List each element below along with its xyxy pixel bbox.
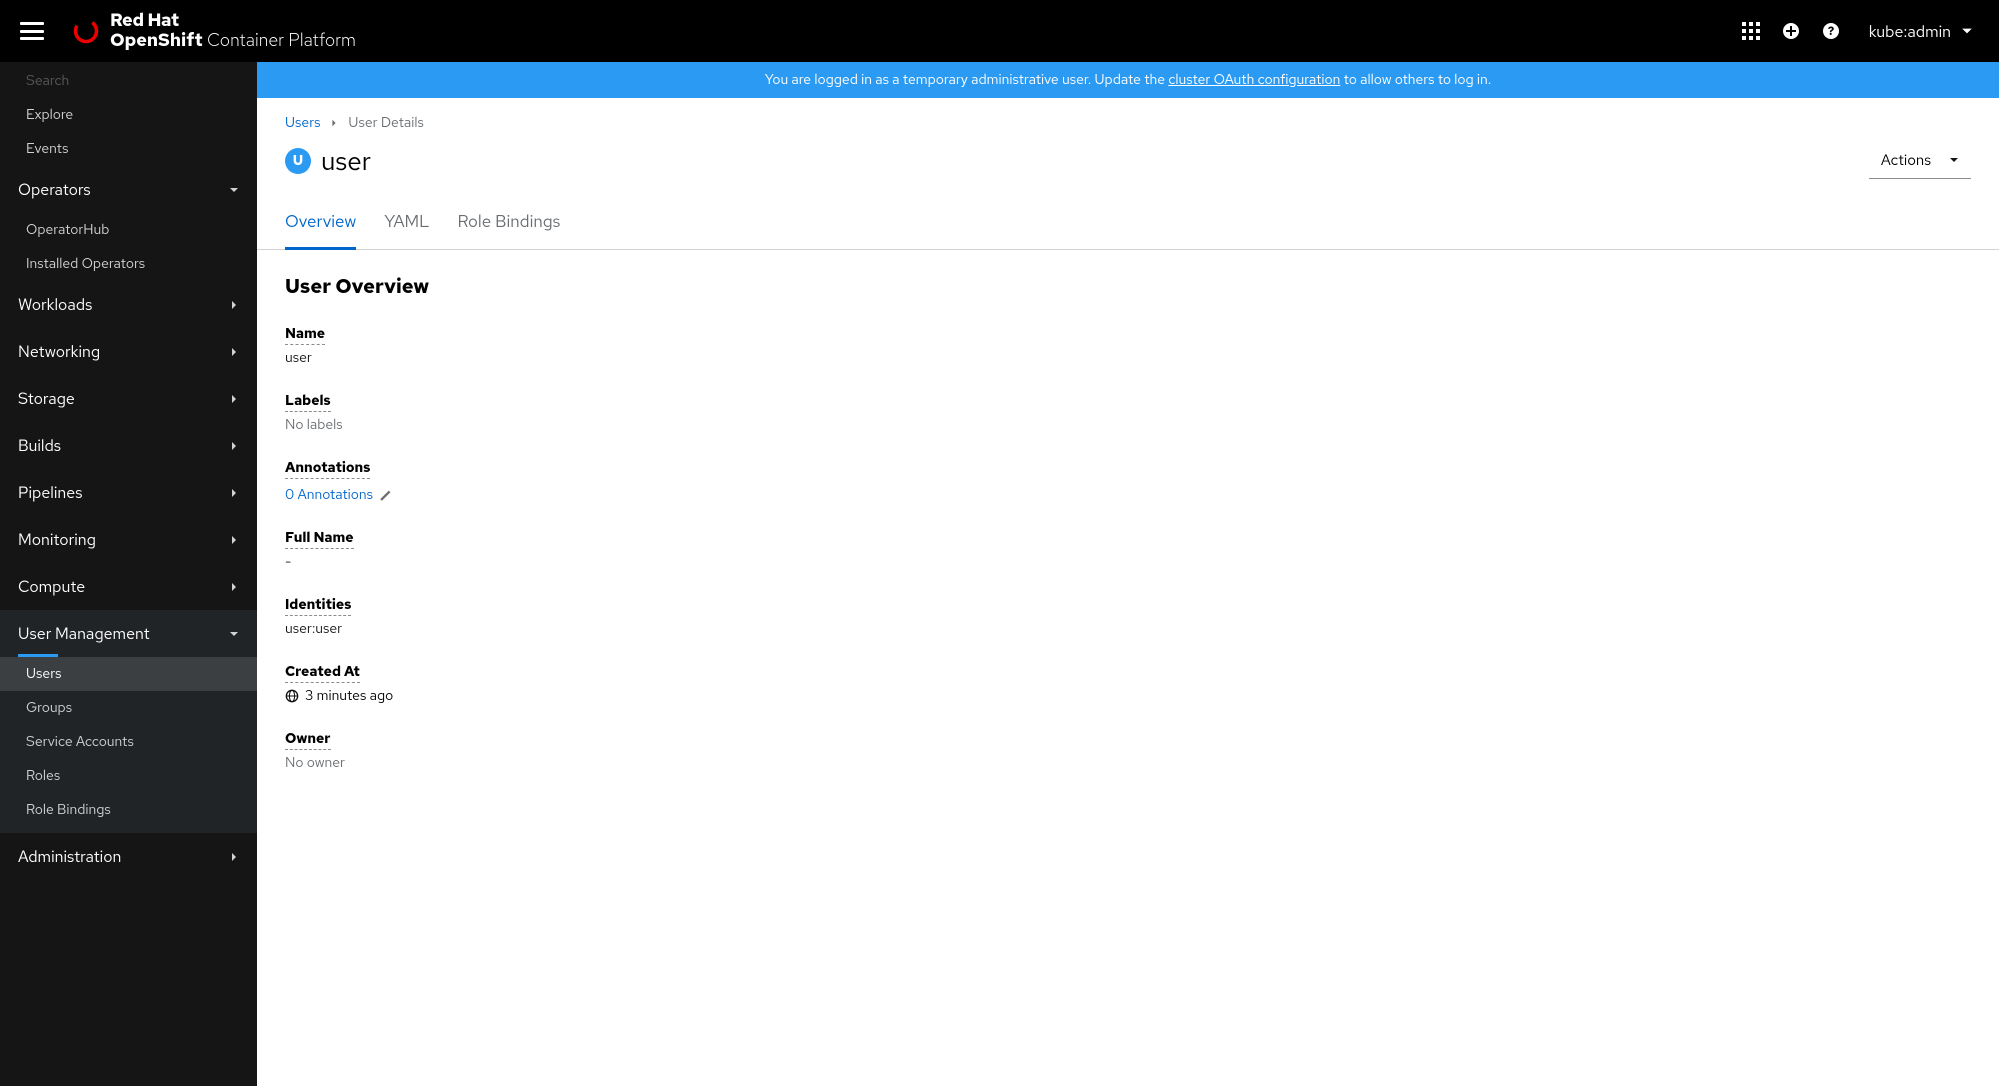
chevron-right-icon [229, 394, 239, 404]
sidebar-item-events[interactable]: Events [0, 132, 257, 166]
sidebar-section-networking[interactable]: Networking [0, 328, 257, 375]
created-label: Created At [285, 663, 360, 683]
tab-yaml[interactable]: YAML [384, 201, 429, 250]
fullname-value: - [285, 553, 1971, 571]
sidebar-section-pipelines[interactable]: Pipelines [0, 469, 257, 516]
globe-icon [285, 689, 299, 703]
sidebar-item-explore[interactable]: Explore [0, 98, 257, 132]
identities-label: Identities [285, 596, 351, 616]
chevron-right-icon [229, 488, 239, 498]
chevron-down-icon [1961, 25, 1973, 37]
owner-value: No owner [285, 754, 1971, 772]
chevron-right-icon [229, 852, 239, 862]
svg-text:?: ? [1827, 23, 1834, 39]
overview-heading: User Overview [285, 274, 1971, 300]
login-warning-banner: You are logged in as a temporary adminis… [257, 62, 1999, 98]
sidebar-item-groups[interactable]: Groups [0, 691, 257, 725]
tab-bar: Overview YAML Role Bindings [257, 201, 1999, 250]
sidebar-item-search[interactable]: Search [0, 64, 257, 98]
chevron-right-icon [229, 582, 239, 592]
sidebar-section-storage[interactable]: Storage [0, 375, 257, 422]
annotations-label: Annotations [285, 459, 370, 479]
sidebar-section-administration[interactable]: Administration [0, 833, 257, 880]
chevron-right-icon [330, 119, 338, 127]
annotations-link[interactable]: 0 Annotations [285, 486, 392, 504]
name-value: user [285, 349, 1971, 367]
top-header: Red Hat OpenShift Container Platform ? k… [0, 0, 1999, 62]
breadcrumb: Users User Details [285, 114, 1971, 132]
sidebar-section-monitoring[interactable]: Monitoring [0, 516, 257, 563]
sidebar-section-compute[interactable]: Compute [0, 563, 257, 610]
sidebar-section-builds[interactable]: Builds [0, 422, 257, 469]
sidebar: Search Explore Events Operators Operator… [0, 62, 257, 1086]
apps-icon[interactable] [1731, 22, 1771, 40]
main-content: You are logged in as a temporary adminis… [257, 62, 1999, 1086]
username-label: kube:admin [1869, 21, 1951, 42]
sidebar-item-users[interactable]: Users [0, 657, 257, 691]
chevron-right-icon [229, 441, 239, 451]
created-value: 3 minutes ago [305, 687, 393, 705]
owner-label: Owner [285, 730, 331, 750]
sidebar-item-roles[interactable]: Roles [0, 759, 257, 793]
sidebar-item-installed-operators[interactable]: Installed Operators [0, 247, 257, 281]
menu-toggle-button[interactable] [20, 22, 44, 40]
pencil-icon [379, 489, 392, 502]
chevron-right-icon [229, 535, 239, 545]
sidebar-section-operators[interactable]: Operators [0, 166, 257, 213]
sidebar-item-role-bindings[interactable]: Role Bindings [0, 793, 257, 827]
oauth-config-link[interactable]: cluster OAuth configuration [1168, 71, 1340, 89]
fullname-label: Full Name [285, 529, 354, 549]
tab-overview[interactable]: Overview [285, 201, 356, 250]
labels-value: No labels [285, 416, 1971, 434]
chevron-down-icon [229, 185, 239, 195]
help-icon[interactable]: ? [1811, 22, 1851, 40]
brand-bottom: OpenShift Container Platform [110, 31, 356, 51]
breadcrumb-users-link[interactable]: Users [285, 114, 320, 132]
sidebar-section-user-management[interactable]: User Management [0, 610, 257, 657]
brand-logo[interactable]: Red Hat OpenShift Container Platform [72, 11, 356, 51]
breadcrumb-current: User Details [348, 114, 423, 132]
name-label: Name [285, 325, 325, 345]
chevron-down-icon [229, 629, 239, 639]
page-title: user [321, 144, 371, 178]
operators-label: Operators [18, 179, 91, 200]
sidebar-item-operatorhub[interactable]: OperatorHub [0, 213, 257, 247]
labels-label: Labels [285, 392, 331, 412]
tab-role-bindings[interactable]: Role Bindings [457, 201, 560, 250]
chevron-down-icon [1949, 155, 1959, 165]
sidebar-item-service-accounts[interactable]: Service Accounts [0, 725, 257, 759]
user-menu[interactable]: kube:admin [1851, 21, 1979, 42]
resource-badge: U [285, 148, 311, 174]
add-icon[interactable] [1771, 22, 1811, 40]
identities-value: user:user [285, 620, 1971, 638]
chevron-right-icon [229, 347, 239, 357]
redhat-icon [72, 17, 100, 45]
chevron-right-icon [229, 300, 239, 310]
sidebar-section-workloads[interactable]: Workloads [0, 281, 257, 328]
actions-dropdown[interactable]: Actions [1869, 142, 1971, 179]
